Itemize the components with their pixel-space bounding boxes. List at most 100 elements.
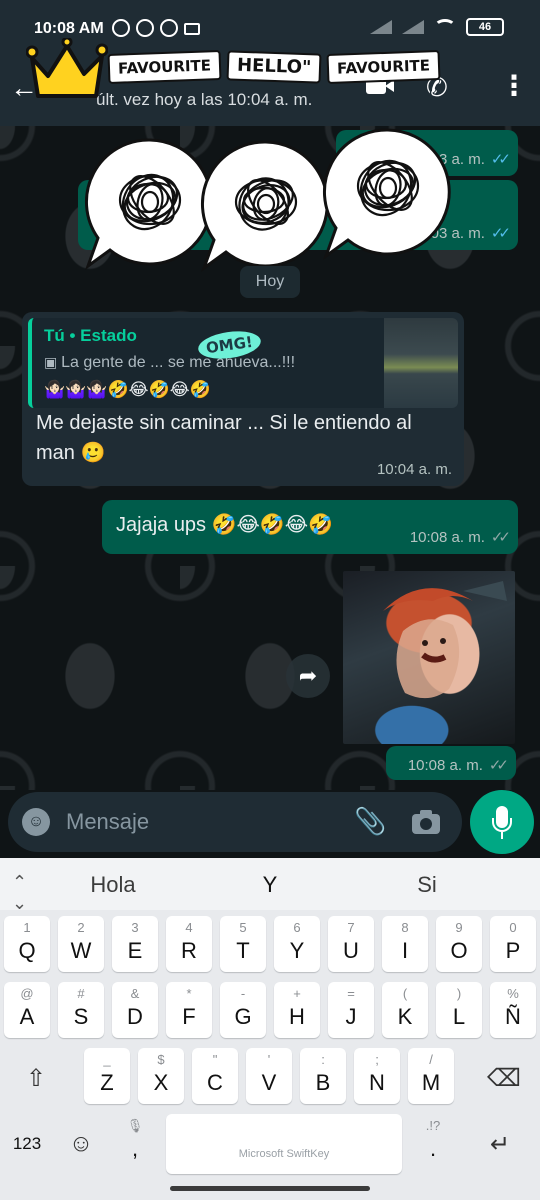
- message-meta-3: 10:08 a. m. ✓✓: [410, 528, 511, 546]
- key-i[interactable]: 8I: [382, 916, 428, 972]
- outgoing-message-bubble-3[interactable]: Jajaja ups 🤣😂🤣😂🤣 10:08 a. m. ✓✓: [102, 500, 518, 554]
- key-h-label: H: [289, 1004, 305, 1029]
- suggestion-2[interactable]: Y: [210, 872, 330, 898]
- key-m[interactable]: / M: [408, 1048, 454, 1104]
- last-seen-status: últ. vez hoy a las 10:04 a. m.: [96, 90, 313, 109]
- key-l[interactable]: ) L: [436, 982, 482, 1038]
- key-x-alt: $: [157, 1052, 165, 1067]
- status-notification-icons: [112, 19, 200, 37]
- key-d[interactable]: & D: [112, 982, 158, 1038]
- enter-key[interactable]: ↵: [464, 1114, 536, 1174]
- key-t[interactable]: 5T: [220, 916, 266, 972]
- attach-clip-icon[interactable]: 📎: [354, 806, 386, 838]
- key-z-label: Z: [100, 1070, 114, 1095]
- key-a-alt: @: [20, 986, 34, 1001]
- forward-button[interactable]: ➦: [286, 654, 330, 698]
- key-k-label: K: [397, 1004, 413, 1029]
- key-k[interactable]: (K: [382, 982, 428, 1038]
- key-a[interactable]: @ A: [4, 982, 50, 1038]
- quote-emojis: 🤷🏻‍♀️🤷🏻‍♀️🤷🏻‍♀️🤣😂🤣😂🤣: [44, 380, 211, 399]
- space-bar[interactable]: Microsoft SwiftKey: [166, 1114, 402, 1174]
- key-enye-label: Ñ: [505, 1004, 521, 1029]
- key-q[interactable]: 1Q: [4, 916, 50, 972]
- shift-icon: ⇧: [25, 1065, 47, 1092]
- key-t-label: T: [236, 938, 250, 963]
- suggestion-bar: ⌃ ⌄ Hola Y Si: [0, 858, 540, 913]
- key-l-alt: ): [456, 986, 462, 1001]
- chat-area[interactable]: 10:03 a. m. ✓✓ 10:03 a. m. ✓✓ Hoy Tú • E…: [0, 126, 540, 790]
- key-q-alt: 1: [23, 920, 31, 935]
- key-v[interactable]: ' V: [246, 1048, 292, 1104]
- key-o[interactable]: 9O: [436, 916, 482, 972]
- battery-icon: 46: [466, 18, 504, 36]
- alarm-icon: [112, 19, 130, 37]
- date-divider: Hoy: [240, 266, 300, 298]
- message-meta-4: 10:08 a. m. ✓✓: [408, 756, 509, 774]
- backspace-key[interactable]: ⌫: [472, 1048, 536, 1104]
- key-r[interactable]: 4R: [166, 916, 212, 972]
- voice-note-button[interactable]: [470, 790, 534, 854]
- key-p-label: P: [505, 938, 521, 963]
- hello-tag: HELLO": [226, 50, 322, 84]
- key-x[interactable]: $ X: [138, 1048, 184, 1104]
- key-g[interactable]: -G: [220, 982, 266, 1038]
- quoted-status[interactable]: Tú • Estado ▣ La gente de ... se me ahue…: [28, 318, 458, 408]
- numbers-key[interactable]: 123: [4, 1114, 50, 1174]
- key-u[interactable]: 7U: [328, 916, 374, 972]
- key-enye[interactable]: % Ñ: [490, 982, 536, 1038]
- comma-key[interactable]: 🎙,: [112, 1114, 158, 1174]
- key-z[interactable]: _ Z: [84, 1048, 130, 1104]
- key-b[interactable]: :B: [300, 1048, 346, 1104]
- gesture-home-bar[interactable]: [170, 1186, 370, 1191]
- signal-icon-sim1: [370, 20, 392, 34]
- key-s[interactable]: # S: [58, 982, 104, 1038]
- key-g-label: G: [234, 1004, 252, 1029]
- crown-sticker: [26, 38, 108, 98]
- scribble-bubble-sticker-3: [322, 128, 451, 261]
- message-time-3: 10:04 a. m.: [376, 461, 452, 478]
- shift-key[interactable]: ⇧: [4, 1048, 68, 1104]
- delivered-ticks-icon-2: ✓✓: [488, 757, 509, 774]
- forward-icon: ➦: [298, 663, 318, 688]
- image-message[interactable]: [343, 571, 515, 744]
- message-input[interactable]: [66, 792, 336, 852]
- key-f[interactable]: * F: [166, 982, 212, 1038]
- message-input-box[interactable]: ☺ 📎: [8, 792, 462, 852]
- key-c[interactable]: " C: [192, 1048, 238, 1104]
- key-n[interactable]: ; N: [354, 1048, 400, 1104]
- key-x-label: X: [153, 1070, 169, 1095]
- incoming-reply-message[interactable]: Tú • Estado ▣ La gente de ... se me ahue…: [22, 312, 464, 486]
- camera-icon[interactable]: [412, 808, 442, 836]
- quote-author: Tú • Estado: [44, 326, 137, 345]
- emoji-key-icon: ☺: [68, 1130, 94, 1157]
- key-b-alt: :: [321, 1052, 325, 1067]
- key-p-alt: 0: [509, 920, 517, 935]
- key-w[interactable]: 2W: [58, 916, 104, 972]
- period-key[interactable]: .!?.: [410, 1114, 456, 1174]
- numbers-key-label: 123: [12, 1134, 42, 1153]
- key-l-label: L: [452, 1004, 466, 1029]
- mic-key-icon: 🎙: [126, 1118, 144, 1133]
- overflow-menu-button[interactable]: ⋮: [500, 72, 528, 102]
- more-vertical-icon: ⋮: [500, 70, 528, 101]
- status-system-icons: 46: [370, 18, 504, 36]
- emoji-icon[interactable]: ☺: [22, 808, 50, 836]
- key-y[interactable]: 6Y: [274, 916, 320, 972]
- key-k-alt: (: [402, 986, 408, 1001]
- key-n-label: N: [369, 1070, 385, 1095]
- favourite-tag: FAVOURITE: [107, 50, 222, 84]
- microphone-foot: [501, 832, 503, 839]
- key-p[interactable]: 0P: [490, 916, 536, 972]
- key-j[interactable]: = J: [328, 982, 374, 1038]
- expand-toolbar-icon[interactable]: ⌃ ⌄: [12, 872, 27, 914]
- key-e[interactable]: 3E: [112, 916, 158, 972]
- suggestion-1[interactable]: Hola: [53, 872, 173, 898]
- image-timestamp-chip: 10:08 a. m. ✓✓: [386, 746, 516, 780]
- wifi-icon: [434, 19, 456, 35]
- emoji-key[interactable]: ☺: [58, 1114, 104, 1174]
- key-enye-alt: %: [507, 986, 519, 1001]
- key-t-alt: 5: [239, 920, 247, 935]
- key-h[interactable]: + H: [274, 982, 320, 1038]
- suggestion-3[interactable]: Si: [367, 872, 487, 898]
- key-u-label: U: [343, 938, 359, 963]
